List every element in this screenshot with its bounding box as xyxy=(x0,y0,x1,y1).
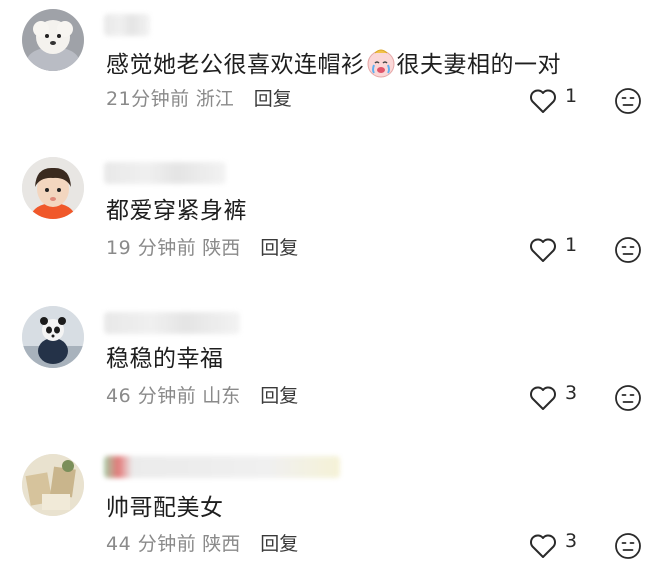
like-count: 3 xyxy=(565,382,578,404)
heart-outline-icon xyxy=(530,238,556,262)
heart-outline-icon xyxy=(530,386,556,410)
comment-text: 感觉她老公很喜欢连帽衫 很夫妻相的一对 xyxy=(106,48,561,80)
avatar[interactable] xyxy=(22,454,84,516)
comment-time: 46 分钟前 xyxy=(106,385,197,407)
reply-button[interactable]: 回复 xyxy=(254,88,292,110)
comment-item: 稳稳的幸福 46 分钟前 山东 回复 3 xyxy=(0,298,660,438)
comment-location: 陕西 xyxy=(202,237,241,259)
like-button[interactable]: 3 xyxy=(528,530,584,560)
comment-text: 都爱穿紧身裤 xyxy=(106,198,247,224)
heart-outline-icon xyxy=(530,89,556,113)
username-blurred[interactable] xyxy=(104,312,240,334)
dislike-button[interactable] xyxy=(614,87,642,115)
comment-location: 陕西 xyxy=(202,533,241,555)
comment-location: 山东 xyxy=(202,385,241,407)
dislike-button[interactable] xyxy=(614,384,642,412)
neutral-face-icon xyxy=(615,237,641,263)
comment-meta: 44 分钟前 陕西 回复 xyxy=(106,532,298,556)
comment-text: 稳稳的幸福 xyxy=(106,346,224,372)
comment-text: 帅哥配美女 xyxy=(106,495,224,521)
neutral-face-icon xyxy=(615,533,641,559)
neutral-face-icon xyxy=(615,385,641,411)
comment-meta: 19 分钟前 陕西 回复 xyxy=(106,236,298,260)
username-blurred[interactable] xyxy=(104,162,226,184)
comment-time: 44 分钟前 xyxy=(106,533,197,555)
comment-item: 感觉她老公很喜欢连帽衫 很夫妻相的一对 21分钟前 浙江 回复 1 xyxy=(0,0,660,140)
comment-time: 21分钟前 xyxy=(106,88,190,110)
comment-item: 都爱穿紧身裤 19 分钟前 陕西 回复 1 xyxy=(0,150,660,290)
comment-meta: 21分钟前 浙江 回复 xyxy=(106,87,292,111)
reply-button[interactable]: 回复 xyxy=(260,385,298,407)
heart-outline-icon xyxy=(530,534,556,558)
crying-face-emoji-icon xyxy=(366,48,396,78)
like-button[interactable]: 3 xyxy=(528,382,584,412)
comment-meta: 46 分钟前 山东 回复 xyxy=(106,384,298,408)
comment-item: 帅哥配美女 44 分钟前 陕西 回复 3 xyxy=(0,448,660,575)
neutral-face-icon xyxy=(615,88,641,114)
avatar[interactable] xyxy=(22,9,84,71)
username-blurred[interactable] xyxy=(104,456,340,478)
reply-button[interactable]: 回复 xyxy=(260,237,298,259)
like-button[interactable]: 1 xyxy=(528,234,584,264)
comment-location: 浙江 xyxy=(195,88,234,110)
username-blurred[interactable] xyxy=(104,14,150,36)
like-count: 3 xyxy=(565,530,578,552)
reply-button[interactable]: 回复 xyxy=(260,533,298,555)
avatar[interactable] xyxy=(22,157,84,219)
dislike-button[interactable] xyxy=(614,532,642,560)
avatar[interactable] xyxy=(22,306,84,368)
comment-time: 19 分钟前 xyxy=(106,237,197,259)
like-button[interactable]: 1 xyxy=(528,85,584,115)
dislike-button[interactable] xyxy=(614,236,642,264)
like-count: 1 xyxy=(565,85,578,107)
like-count: 1 xyxy=(565,234,578,256)
